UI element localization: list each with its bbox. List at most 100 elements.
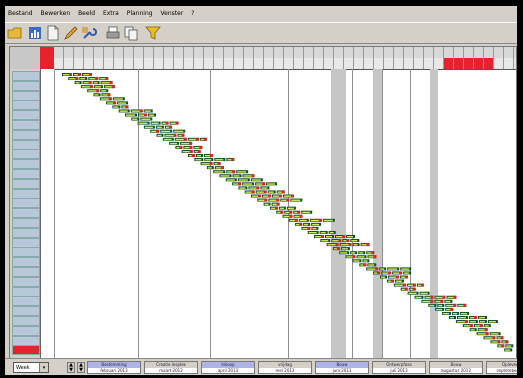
view-select[interactable]: Week ▾ [13,362,49,373]
scroll-stepper-left[interactable]: ▲ ▼ [67,362,75,373]
row-header[interactable] [12,188,40,199]
row-header[interactable] [12,71,40,81]
row-header[interactable] [12,247,40,258]
column-tab[interactable]: Creatie lesplek maart 2013 [144,361,198,374]
task-bar-marker [89,85,93,89]
menu-edit[interactable]: Bewerken [38,6,74,21]
filter-icon[interactable] [145,25,161,41]
column-tab[interactable]: Inkoop april 2013 [201,361,255,374]
row-header[interactable] [12,100,40,111]
column-tab-period: februari 2013 [88,368,140,373]
menu-file[interactable]: Bestand [5,6,36,21]
row-header[interactable] [12,139,40,150]
view-select-value: Week [16,365,30,371]
menu-help[interactable]: ? [188,6,197,21]
printer-icon[interactable] [105,25,121,41]
timeline-subheader-cell [64,58,74,69]
task-bar-fill [463,325,471,327]
task-bar-fill [408,292,417,295]
row-header[interactable] [12,169,40,179]
row-header[interactable] [12,276,40,287]
gridline [54,69,55,359]
task-bar-marker [264,198,268,202]
row-header[interactable] [12,335,40,346]
task-bar-marker [109,81,113,85]
row-header[interactable] [12,198,40,209]
row-header[interactable] [12,120,40,130]
row-header[interactable] [12,286,40,297]
timeline-header-cell [204,47,214,58]
timeline-header-cell [444,47,454,58]
new-page-icon[interactable] [45,25,61,41]
row-header[interactable] [12,208,40,219]
row-header[interactable] [12,149,40,160]
task-bar-fill [353,260,360,262]
timeline-header-cell [404,47,414,58]
task-bar-marker [390,279,394,283]
row-header[interactable] [12,159,40,170]
menu-tools[interactable]: Extra [100,6,122,21]
task-bar-fill [429,304,435,307]
row-header[interactable] [12,257,40,268]
column-tab[interactable]: Opleveringseptember 2013 [486,361,517,374]
gantt-chart-area[interactable] [40,69,516,359]
column-tab[interactable]: Ontwerpfase juli 2013 [372,361,426,374]
menu-window[interactable]: Venster [158,6,187,21]
timeline-subheader-cell [194,58,204,69]
folder-icon[interactable] [7,25,23,41]
row-header[interactable] [12,296,40,307]
gridline [410,69,411,359]
task-bar-marker [192,154,195,157]
task-bar-fill [329,231,334,234]
task-bar-marker [107,93,111,97]
row-header[interactable] [12,110,40,121]
task-bar-marker [168,125,172,129]
chart-icon[interactable] [27,25,43,41]
task-bar-fill [220,175,230,177]
task-bar-marker [210,154,213,157]
task-bar-marker [492,336,496,340]
timeline-header-cell [294,47,304,58]
timeline-subheader-cell [184,58,194,69]
task-bar-fill [81,86,91,88]
column-tab[interactable]: Bouw juni 2013 [315,361,369,374]
menu-view[interactable]: Beeld [75,6,98,21]
timeline-subheader-cell [154,58,164,69]
row-header[interactable] [12,267,40,277]
task-bar-fill [69,78,77,80]
row-header[interactable] [12,237,40,248]
chevron-down-icon[interactable]: ▾ [39,363,48,372]
row-header[interactable] [12,316,40,326]
gantt-chart[interactable] [40,69,516,359]
column-tab[interactable]: Bestemming februari 2013 [87,361,141,374]
task-bar-fill [477,333,487,335]
timeline-subheader-cell [354,58,364,69]
row-header[interactable] [12,90,40,101]
status-bar: Week ▾ ▲ ▼ ▲ ▼ Bestemming februari 2013 Crea… [5,358,517,375]
row-header[interactable] [12,227,40,238]
row-header[interactable] [12,345,40,356]
timeline-subheader-cell [344,58,354,69]
copy-icon[interactable] [123,25,139,41]
task-bar-fill [261,187,268,189]
wrench-icon[interactable] [81,25,97,41]
gridline [138,69,139,359]
row-header[interactable] [12,129,40,140]
task-bar-marker [144,113,147,117]
row-header[interactable] [12,178,40,189]
row-header[interactable] [12,80,40,91]
column-tab[interactable]: Bouw augustus 2013 [429,361,483,374]
task-bar-fill [131,110,141,112]
task-bar-fill [488,321,496,323]
pencil-icon[interactable] [63,25,79,41]
row-header[interactable] [12,306,40,317]
row-header[interactable] [12,218,40,228]
task-bar-marker [251,174,255,178]
row-header[interactable] [12,325,40,336]
menu-planning[interactable]: Planning [124,6,156,21]
column-tab[interactable]: vrijdag mei 2013 [258,361,312,374]
timeline-header-cell [54,47,64,58]
task-bar-fill [332,240,340,242]
task-bar-fill [446,304,455,307]
scroll-stepper-right[interactable]: ▲ ▼ [77,362,85,373]
